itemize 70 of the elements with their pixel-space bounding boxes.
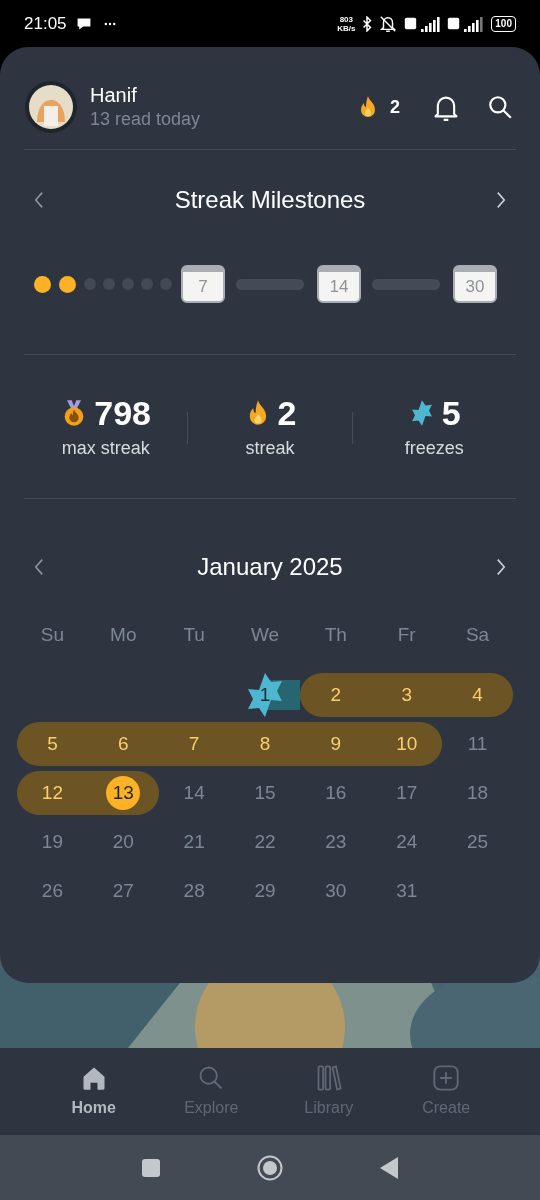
day-number: 30	[325, 878, 347, 903]
chevron-right-icon	[495, 190, 507, 210]
user-name: Hanif	[90, 83, 138, 107]
day-number: 29	[254, 878, 276, 903]
stat-value: 2	[277, 393, 297, 433]
muted-bell-icon	[378, 14, 399, 33]
day-number: 12	[41, 780, 63, 805]
day-number: 24	[396, 829, 418, 854]
back-button[interactable]	[379, 1155, 399, 1180]
read-count: 13 read today	[90, 108, 201, 131]
battery-level: 100	[495, 18, 512, 29]
weekday-label: Sa	[465, 622, 490, 647]
day-number: 23	[325, 829, 347, 854]
chevron-left-icon	[33, 190, 45, 210]
day-number: 7	[188, 731, 200, 756]
day-number: 2	[330, 682, 342, 707]
streak-count: 2	[390, 95, 400, 119]
nav-tab[interactable]: Home	[35, 1063, 153, 1120]
stat-value: 5	[441, 393, 461, 433]
weekday-label: Th	[324, 622, 347, 647]
day-number: 28	[183, 878, 205, 903]
search-icon	[487, 94, 513, 120]
day-number: 1	[259, 682, 271, 707]
day-number: 8	[259, 731, 271, 756]
day-number: 14	[183, 780, 205, 805]
recents-button[interactable]	[141, 1157, 161, 1178]
milestone-badge: 30	[453, 265, 497, 303]
stat-label: freezes	[404, 437, 464, 460]
chat-icon	[75, 15, 92, 32]
weekday-label: We	[250, 622, 280, 647]
stat-label: streak	[245, 437, 295, 460]
stat-label: max streak	[61, 437, 150, 460]
bluetooth-icon	[361, 15, 374, 32]
day-number: 20	[112, 829, 134, 854]
day-number: 3	[401, 682, 412, 707]
weekday-label: Su	[40, 622, 65, 647]
clock: 21:05	[24, 12, 67, 35]
avatar	[24, 80, 78, 134]
day-number: 11	[467, 731, 488, 756]
network-speed: 803 KB/s	[336, 14, 357, 33]
weekday-label: Mo	[110, 622, 137, 647]
day-number: 17	[396, 780, 418, 805]
day-number: 16	[325, 780, 347, 805]
section-title: Streak Milestones	[174, 185, 366, 215]
day-number: 18	[467, 780, 489, 805]
day-number: 21	[183, 829, 205, 854]
day-number: 10	[396, 731, 418, 756]
signal-icon	[463, 15, 486, 32]
day-number: 5	[47, 731, 58, 756]
day-number: 9	[330, 731, 342, 756]
day-number: 27	[112, 878, 134, 903]
chevron-right-icon	[495, 557, 507, 577]
day-number: 6	[118, 731, 129, 756]
month-title: January 2025	[197, 552, 343, 582]
plus-square-icon	[432, 1063, 461, 1092]
day-number: 19	[41, 829, 63, 854]
signal-icon	[420, 15, 443, 32]
stat-value: 798	[94, 393, 152, 433]
weekday-label: Tu	[183, 622, 205, 647]
milestone-badge: 7	[181, 265, 225, 303]
milestone-badge: 14	[317, 265, 361, 303]
home-button[interactable]	[257, 1154, 283, 1181]
day-number: 4	[472, 682, 483, 707]
day-number: 15	[254, 780, 276, 805]
day-number: 31	[396, 878, 418, 903]
weekday-label: Fr	[397, 622, 416, 647]
day-number: 26	[41, 878, 63, 903]
day-number: 22	[254, 829, 276, 854]
chevron-left-icon	[33, 557, 45, 577]
day-number: 25	[467, 829, 489, 854]
